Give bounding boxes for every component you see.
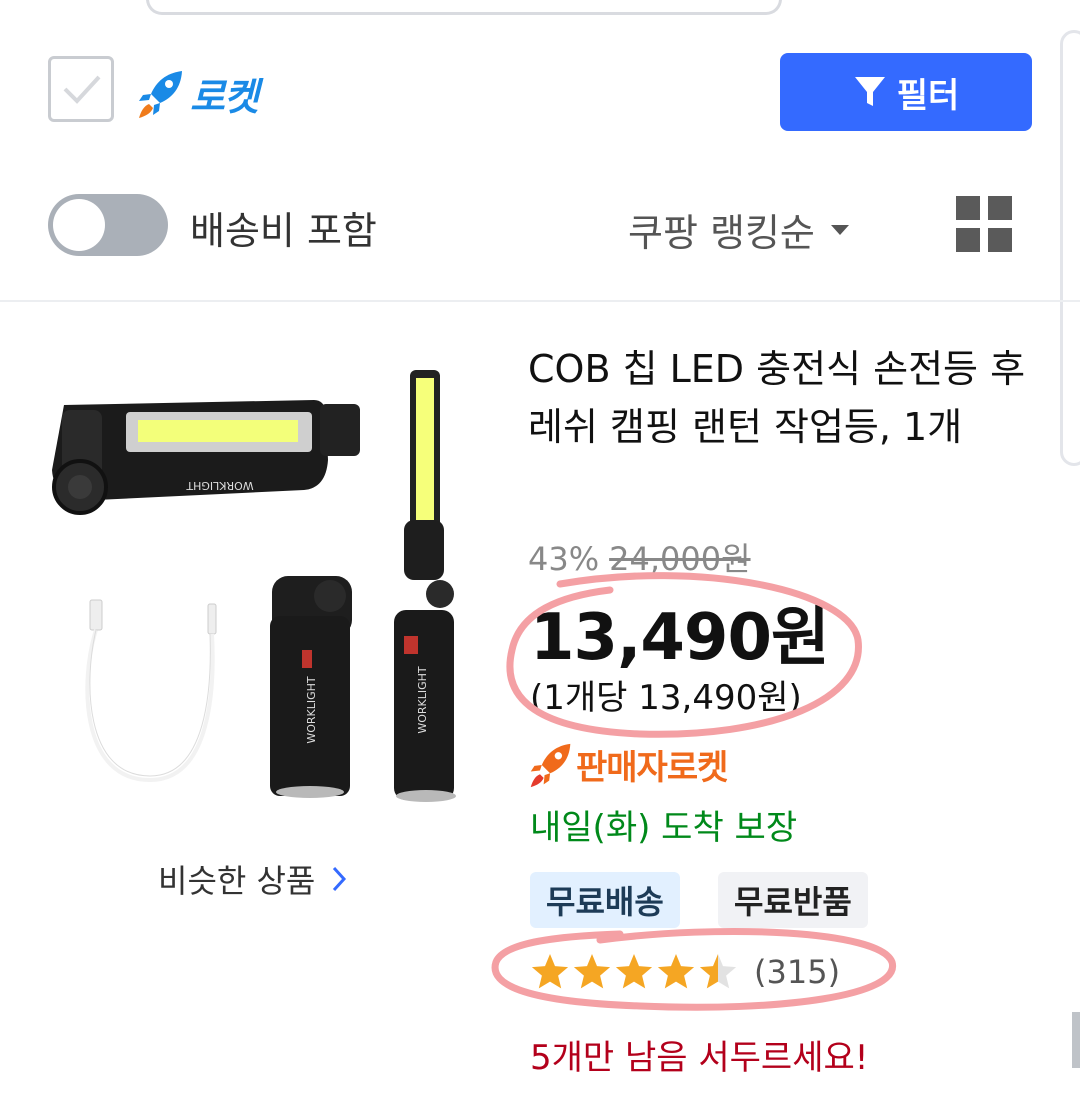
seller-rocket-label: 판매자로켓 (576, 748, 728, 788)
unit-price: (1개당 13,490원) (530, 678, 802, 718)
similar-products-link[interactable]: 비슷한 상품 (158, 856, 347, 902)
rating: (315) (530, 952, 840, 992)
usb-cable (85, 599, 217, 783)
star-icon (573, 954, 611, 989)
rocket-text: 로켓 (190, 75, 259, 119)
filter-button[interactable]: 필터 (780, 53, 1032, 131)
star-icon (699, 954, 737, 989)
funnel-icon (854, 77, 885, 106)
rocket-icon (530, 743, 571, 787)
free-return-badge: 무료반품 (718, 872, 868, 928)
rocket-filter-checkbox[interactable] (48, 56, 114, 122)
seller-rocket-badge: 판매자로켓 (528, 740, 728, 789)
checkmark-icon (63, 75, 101, 104)
shipping-cost-toggle[interactable] (48, 194, 168, 256)
product-title[interactable]: COB 칩 LED 충전식 손전등 후레쉬 캠핑 랜턴 작업등, 1개 (528, 340, 1048, 456)
flashlight-vertical: WORKLIGHT (394, 370, 456, 802)
svg-text:WORKLIGHT: WORKLIGHT (305, 676, 318, 744)
chevron-right-icon (333, 866, 347, 892)
review-count: (315) (754, 953, 841, 991)
discount-rate: 43% (528, 540, 600, 578)
filter-button-label: 필터 (896, 75, 960, 116)
similar-products-label: 비슷한 상품 (158, 862, 316, 900)
scrollbar-thumb[interactable] (1072, 1012, 1080, 1068)
svg-text:WORKLIGHT: WORKLIGHT (416, 666, 429, 734)
grid-view-icon[interactable] (956, 196, 1012, 252)
product-image[interactable]: WORKLIGHT WORKLIGHT WORKLIGHT (40, 360, 480, 810)
rocket-icon (139, 70, 182, 118)
free-shipping-badge: 무료배송 (530, 872, 680, 928)
delivery-promise: 내일(화) 도착 보장 (530, 808, 798, 848)
caret-down-icon (830, 224, 849, 235)
sort-label: 쿠팡 랭킹순 (628, 211, 815, 255)
divider (0, 300, 1080, 302)
stock-notice: 5개만 남음 서두르세요! (530, 1038, 869, 1078)
sale-price: 13,490원 (530, 601, 830, 675)
flashlight-horizontal: WORKLIGHT (52, 400, 360, 515)
search-box[interactable] (146, 0, 782, 15)
shipping-toggle-label: 배송비 포함 (190, 209, 377, 253)
star-icon (615, 954, 653, 989)
svg-text:WORKLIGHT: WORKLIGHT (186, 479, 254, 492)
original-price: 24,000원 (609, 540, 751, 578)
discount-row: 43% 24,000원 (528, 534, 751, 580)
star-icon (657, 954, 695, 989)
star-icon (531, 954, 569, 989)
sort-dropdown[interactable]: 쿠팡 랭킹순 (628, 202, 851, 257)
star-rating (531, 954, 737, 989)
rocket-filter-label[interactable]: 로켓 (136, 66, 259, 121)
side-scroll-track (1060, 30, 1080, 466)
flashlight-folded: WORKLIGHT (270, 576, 352, 798)
toggle-knob (53, 199, 105, 251)
